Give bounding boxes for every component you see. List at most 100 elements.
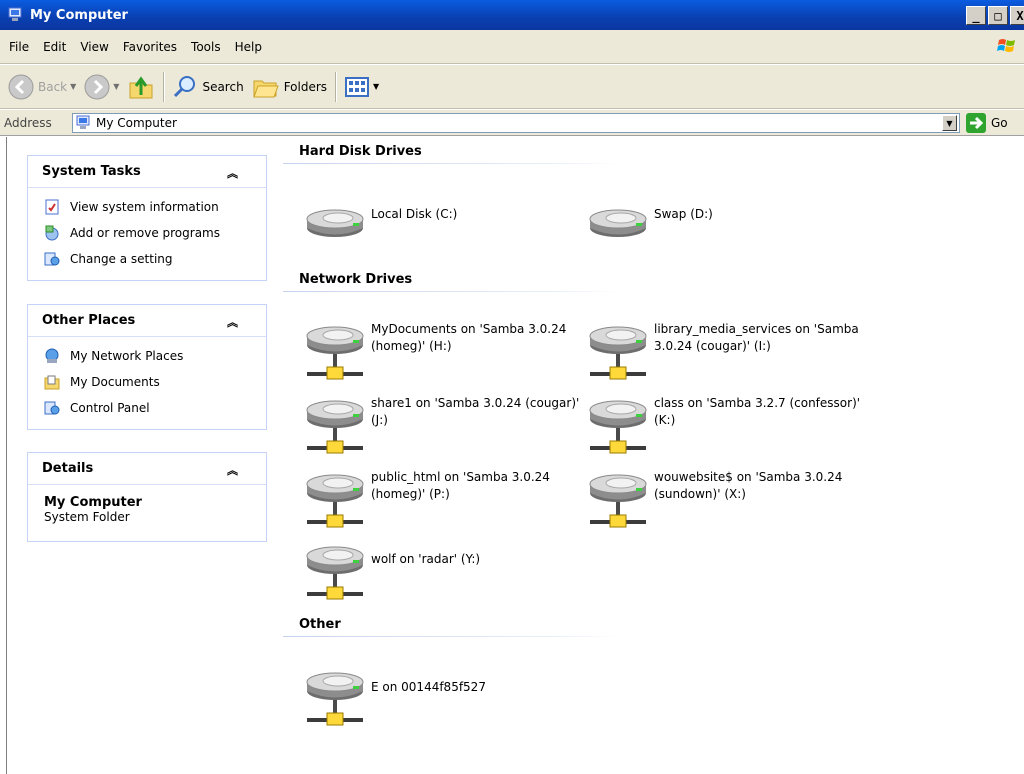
address-dropdown-button[interactable]: ▼ xyxy=(942,115,957,131)
folders-label: Folders xyxy=(283,79,328,94)
drive-label: wolf on 'radar' (Y:) xyxy=(371,552,481,566)
network-drive-icon xyxy=(303,667,367,731)
search-icon xyxy=(174,75,196,97)
back-button[interactable]: Back ▼ xyxy=(4,69,80,105)
menu-view[interactable]: View xyxy=(73,40,115,54)
menu-bar: File Edit View Favorites Tools Help xyxy=(0,30,1024,64)
chevron-down-icon[interactable]: ▼ xyxy=(373,82,379,91)
other-places-panel: Other Places ︽ My Network Places My Docu… xyxy=(27,304,267,430)
collapse-chevron-icon[interactable]: ︽ xyxy=(227,165,238,181)
group-divider xyxy=(283,163,619,164)
forward-arrow-icon xyxy=(84,74,110,99)
address-input[interactable]: My Computer ▼ xyxy=(72,113,960,133)
group-hard-disk-drives: Hard Disk Drives xyxy=(299,144,422,159)
group-divider xyxy=(283,636,619,637)
network-drive-i[interactable]: library_media_services on 'Samba 3.0.24 … xyxy=(586,321,864,385)
go-arrow-icon xyxy=(966,113,986,133)
drive-local-disk-c[interactable]: Local Disk (C:) xyxy=(303,201,581,241)
close-button[interactable]: X xyxy=(1010,6,1024,25)
network-drive-k[interactable]: class on 'Samba 3.2.7 (confessor)' (K:) xyxy=(586,395,864,459)
task-change-a-setting[interactable]: Change a setting xyxy=(44,246,266,272)
place-label: My Documents xyxy=(70,375,160,389)
system-tasks-header[interactable]: System Tasks ︽ xyxy=(28,156,266,188)
place-control-panel[interactable]: Control Panel xyxy=(44,395,266,421)
chevron-down-icon[interactable]: ▼ xyxy=(70,82,76,91)
drive-label: public_html on 'Samba 3.0.24 (homeg)' (P… xyxy=(371,470,550,501)
up-folder-icon xyxy=(129,75,153,98)
menu-edit[interactable]: Edit xyxy=(36,40,73,54)
address-value: My Computer xyxy=(96,116,177,130)
place-label: Control Panel xyxy=(70,401,150,415)
window-title: My Computer xyxy=(30,7,128,23)
group-divider xyxy=(283,291,619,292)
place-label: My Network Places xyxy=(70,349,184,363)
toolbar-separator xyxy=(335,71,337,102)
task-label: View system information xyxy=(70,200,219,214)
control-panel-icon xyxy=(44,401,60,415)
my-computer-icon xyxy=(8,7,22,21)
folders-button[interactable]: Folders xyxy=(248,69,331,105)
menu-favorites[interactable]: Favorites xyxy=(116,40,184,54)
drive-swap-d[interactable]: Swap (D:) xyxy=(586,201,864,241)
add-remove-programs-icon xyxy=(45,225,59,241)
task-label: Change a setting xyxy=(70,252,173,266)
windows-logo-icon xyxy=(994,34,1020,58)
details-name: My Computer xyxy=(44,495,142,510)
control-panel-icon xyxy=(44,252,60,266)
minimize-button[interactable]: _ xyxy=(966,6,986,25)
back-label: Back xyxy=(38,79,68,94)
network-drive-icon xyxy=(586,469,650,533)
menu-help[interactable]: Help xyxy=(228,40,269,54)
network-places-icon xyxy=(45,348,59,363)
toolbar-separator xyxy=(163,71,165,102)
views-button[interactable]: ▼ xyxy=(340,69,383,105)
network-drive-icon xyxy=(586,321,650,385)
network-drive-icon xyxy=(303,469,367,533)
details-title: Details xyxy=(42,461,94,476)
drive-label: MyDocuments on 'Samba 3.0.24 (homeg)' (H… xyxy=(371,322,567,353)
network-drive-h[interactable]: MyDocuments on 'Samba 3.0.24 (homeg)' (H… xyxy=(303,321,581,385)
network-drive-j[interactable]: share1 on 'Samba 3.0.24 (cougar)' (J:) xyxy=(303,395,581,459)
other-drive-e[interactable]: E on 00144f85f527 xyxy=(303,667,581,731)
network-drive-icon xyxy=(303,541,367,605)
chevron-down-icon[interactable]: ▼ xyxy=(113,82,119,91)
details-panel: Details ︽ My Computer System Folder xyxy=(27,452,267,542)
task-view-system-information[interactable]: View system information xyxy=(44,194,266,220)
collapse-chevron-icon[interactable]: ︽ xyxy=(227,314,238,330)
address-label: Address xyxy=(4,115,52,130)
hard-drive-icon xyxy=(303,201,367,241)
network-drive-icon xyxy=(303,321,367,385)
drive-label: E on 00144f85f527 xyxy=(371,680,486,694)
network-drive-y[interactable]: wolf on 'radar' (Y:) xyxy=(303,541,581,605)
forward-button[interactable]: ▼ xyxy=(80,69,123,105)
place-my-network-places[interactable]: My Network Places xyxy=(44,343,266,369)
collapse-chevron-icon[interactable]: ︽ xyxy=(227,462,238,478)
menu-tools[interactable]: Tools xyxy=(184,40,228,54)
search-button[interactable]: Search xyxy=(168,69,247,105)
maximize-button[interactable]: □ xyxy=(988,6,1008,25)
address-bar: Address My Computer ▼ Go xyxy=(0,110,1024,136)
details-header[interactable]: Details ︽ xyxy=(28,453,266,485)
up-folder-button[interactable] xyxy=(123,69,159,105)
other-places-header[interactable]: Other Places ︽ xyxy=(28,305,266,337)
my-documents-icon xyxy=(44,375,60,390)
place-my-documents[interactable]: My Documents xyxy=(44,369,266,395)
system-tasks-panel: System Tasks ︽ View system information A… xyxy=(27,155,267,281)
group-other: Other xyxy=(299,617,341,632)
task-add-remove-programs[interactable]: Add or remove programs xyxy=(44,220,266,246)
system-info-icon xyxy=(45,199,59,215)
views-icon xyxy=(345,76,370,97)
network-drive-p[interactable]: public_html on 'Samba 3.0.24 (homeg)' (P… xyxy=(303,469,581,533)
drive-label: library_media_services on 'Samba 3.0.24 … xyxy=(654,322,859,353)
my-computer-icon xyxy=(76,115,90,129)
window-edge xyxy=(6,137,7,774)
drive-label: class on 'Samba 3.2.7 (confessor)' (K:) xyxy=(654,396,861,427)
search-label: Search xyxy=(202,79,244,94)
network-drive-x[interactable]: wouwebsite$ on 'Samba 3.0.24 (sundown)' … xyxy=(586,469,864,533)
go-button[interactable]: Go xyxy=(966,113,1008,133)
toolbar: Back ▼ ▼ Search Folders ▼ xyxy=(0,65,1024,109)
network-drive-icon xyxy=(586,395,650,459)
menu-file[interactable]: File xyxy=(2,40,36,54)
network-drive-icon xyxy=(303,395,367,459)
details-subtitle: System Folder xyxy=(44,510,130,524)
